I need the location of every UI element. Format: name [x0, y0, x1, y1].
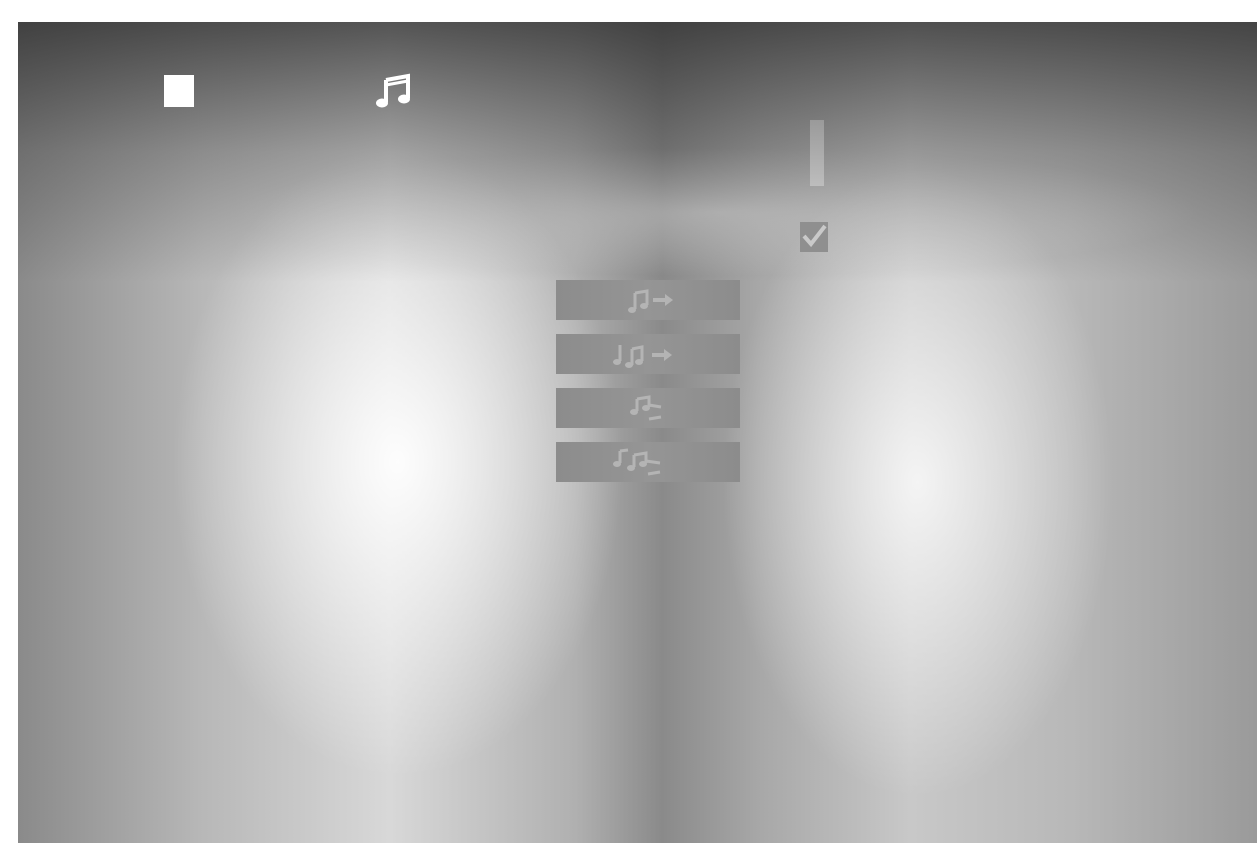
top-shade: [18, 22, 1257, 282]
music-note-icon: [376, 73, 410, 108]
menu-button-double-repeat[interactable]: [556, 334, 740, 374]
menu-button-single-repeat[interactable]: [556, 280, 740, 320]
player-screen: [18, 22, 1257, 843]
checkmark-icon[interactable]: [800, 222, 828, 252]
double-note-return-icon: [613, 448, 661, 476]
single-note-arrow-icon: [628, 289, 673, 313]
level-bar-icon: [810, 120, 824, 186]
double-note-arrow-icon: [613, 345, 672, 368]
repeat-menu: [556, 280, 740, 496]
menu-button-single-return[interactable]: [556, 388, 740, 428]
stop-icon: [164, 75, 194, 107]
single-note-return-icon: [630, 395, 662, 421]
menu-button-double-return[interactable]: [556, 442, 740, 482]
